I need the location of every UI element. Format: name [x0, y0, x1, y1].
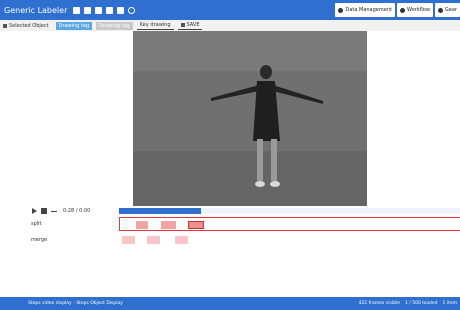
toolbar: Selected Object Drawing tag Drawing tag … [0, 20, 460, 31]
track-segment[interactable] [147, 236, 160, 244]
data-management-button[interactable]: Data Management [335, 3, 395, 17]
play-icon[interactable] [32, 208, 37, 214]
track-segment[interactable] [136, 221, 148, 229]
workflow-button[interactable]: Workflow [396, 3, 433, 17]
export-icon[interactable] [117, 6, 125, 14]
status-items: 1 item [442, 301, 457, 306]
gear-button[interactable]: Gear [434, 3, 460, 17]
track-segment[interactable] [122, 236, 135, 244]
status-bar: Steps video display - Steps Object Displ… [0, 297, 460, 310]
settings-icon[interactable] [128, 6, 136, 14]
save-button[interactable]: SAVE [177, 22, 203, 30]
track-label: split [31, 221, 42, 227]
step-icon[interactable] [51, 210, 57, 212]
track-row-split: split [0, 217, 460, 231]
track-area-merge[interactable] [119, 233, 460, 247]
save-icon[interactable] [95, 6, 103, 14]
cursor-icon [3, 23, 7, 28]
status-left-text: Steps video display - Steps Object Displ… [28, 301, 123, 306]
timeline-progress [119, 208, 201, 214]
titlebar-icons [73, 6, 136, 14]
tag-icon[interactable] [106, 6, 114, 14]
workflow-label: Workflow [406, 7, 430, 13]
key-drawing-tab[interactable]: Key drawing [136, 22, 174, 30]
status-right: 422 frames visible 1 / 500 loaded 1 item [358, 301, 457, 306]
status-loaded: 1 / 500 loaded [405, 301, 438, 306]
status-frames: 422 frames visible [358, 301, 401, 306]
drawing-tag-disabled-tab[interactable]: Drawing tag [96, 21, 133, 30]
track-area-split[interactable] [119, 217, 460, 231]
film-icon[interactable] [73, 6, 81, 14]
track-segment[interactable] [161, 221, 176, 229]
workflow-icon [399, 7, 405, 13]
gear-label: Gear [444, 7, 457, 13]
title-bar: Generic Labeler Data Management Workflow… [0, 0, 460, 20]
timeline-track[interactable] [119, 208, 460, 214]
track-row-merge: merge [0, 233, 460, 247]
selected-object-label: Selected Object [9, 22, 49, 29]
folder-icon[interactable] [84, 6, 92, 14]
gear-icon [437, 7, 443, 13]
drawing-tag-tab[interactable]: Drawing tag [55, 21, 93, 30]
app-title: Generic Labeler [4, 5, 68, 15]
video-still [133, 31, 367, 206]
track-segment[interactable] [175, 236, 188, 244]
video-frame[interactable] [133, 31, 367, 206]
data-management-label: Data Management [345, 7, 392, 13]
save-icon [180, 23, 185, 27]
top-buttons: Data Management Workflow Gear [335, 3, 460, 17]
stop-icon[interactable] [41, 208, 47, 214]
track-segment-selected[interactable] [188, 221, 204, 229]
save-label: SAVE [186, 22, 200, 28]
gear-icon [338, 7, 344, 13]
time-readout: 0:28 / 0:00 [63, 208, 91, 214]
selected-object-tab[interactable]: Selected Object [0, 22, 52, 30]
track-label: merge [31, 237, 48, 243]
